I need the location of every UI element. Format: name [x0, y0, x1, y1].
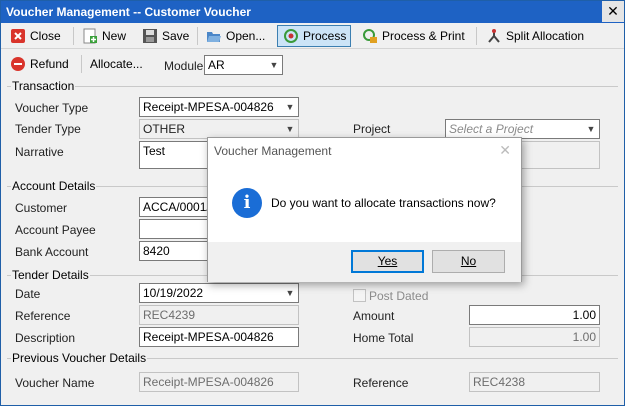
chevron-down-icon: ▼: [285, 288, 295, 298]
previous-reference-field[interactable]: REC4238: [469, 372, 600, 392]
close-icon: [10, 28, 26, 44]
info-icon: i: [232, 188, 262, 218]
save-label: Save: [162, 29, 190, 43]
tender-group-label: Tender Details: [11, 268, 90, 282]
home-total-field[interactable]: 1.00: [469, 327, 600, 347]
refund-label: Refund: [30, 57, 69, 71]
process-label: Process: [303, 29, 347, 43]
reference-field[interactable]: REC4239: [139, 305, 299, 325]
save-button[interactable]: Save: [137, 25, 194, 47]
yes-label: Yes: [377, 254, 398, 268]
voucher-name-field[interactable]: Receipt-MPESA-004826: [139, 372, 299, 392]
open-label: Open...: [226, 29, 266, 43]
date-label: Date: [15, 287, 41, 301]
voucher-name-label: Voucher Name: [15, 376, 95, 390]
project-select[interactable]: Select a Project ▼: [445, 119, 600, 139]
post-dated-checkbox[interactable]: [353, 289, 366, 302]
secondary-toolbar: Refund Allocate... Module AR ▼: [1, 53, 624, 77]
module-value: AR: [208, 58, 225, 72]
dialog-message: Do you want to allocate transactions now…: [271, 196, 496, 210]
previous-voucher-group-label: Previous Voucher Details: [11, 351, 148, 365]
main-toolbar: Close New Save Open... Process Process &…: [1, 23, 624, 49]
module-label: Module: [164, 59, 204, 73]
amount-label: Amount: [353, 309, 395, 323]
open-icon: [206, 28, 222, 44]
customer-label: Customer: [15, 201, 68, 215]
voucher-type-label: Voucher Type: [15, 101, 89, 115]
process-button[interactable]: Process: [277, 25, 351, 47]
process-icon: [283, 28, 299, 44]
chevron-down-icon: ▼: [285, 124, 295, 134]
module-select[interactable]: AR ▼: [204, 55, 283, 75]
chevron-down-icon: ▼: [586, 124, 596, 134]
allocate-button[interactable]: Allocate...: [85, 53, 148, 75]
account-payee-label: Account Payee: [15, 223, 96, 237]
no-label: No: [460, 254, 477, 268]
window-title: Voucher Management -- Customer Voucher: [6, 5, 251, 19]
home-total-value: 1.00: [572, 330, 596, 344]
project-placeholder: Select a Project: [449, 122, 534, 136]
allocate-confirm-dialog: Voucher Management ✕ i Do you want to al…: [207, 137, 522, 282]
voucher-type-select[interactable]: Receipt-MPESA-004826 ▼: [139, 97, 299, 117]
refund-button[interactable]: Refund: [5, 53, 74, 75]
process-print-button[interactable]: Process & Print: [357, 25, 470, 47]
description-field[interactable]: Receipt-MPESA-004826: [139, 327, 299, 347]
date-picker[interactable]: 10/19/2022 ▼: [139, 283, 299, 303]
split-allocation-label: Split Allocation: [506, 29, 585, 43]
window-close-button[interactable]: ✕: [602, 1, 624, 22]
tender-type-select[interactable]: OTHER ▼: [139, 119, 299, 139]
process-print-label: Process & Print: [382, 29, 465, 43]
yes-button[interactable]: Yes: [351, 250, 424, 273]
dialog-title: Voucher Management: [214, 144, 332, 158]
save-icon: [142, 28, 158, 44]
split-allocation-button[interactable]: Split Allocation: [481, 25, 589, 47]
tender-type-value: OTHER: [143, 122, 185, 136]
process-print-icon: [362, 28, 378, 44]
project-notes-field[interactable]: [516, 141, 600, 169]
voucher-name-value: Receipt-MPESA-004826: [143, 375, 274, 389]
account-group-label: Account Details: [11, 179, 97, 193]
new-label: New: [102, 29, 127, 43]
narrative-label: Narrative: [15, 145, 64, 159]
voucher-type-value: Receipt-MPESA-004826: [143, 100, 274, 114]
previous-reference-label: Reference: [353, 376, 409, 390]
refund-icon: [10, 56, 26, 72]
new-button[interactable]: New: [77, 25, 131, 47]
amount-field[interactable]: 1.00: [469, 305, 600, 325]
split-allocation-icon: [486, 28, 502, 44]
reference-label: Reference: [15, 309, 71, 323]
description-label: Description: [15, 331, 76, 345]
new-icon: [82, 28, 98, 44]
narrative-value: Test: [143, 144, 166, 158]
date-value: 10/19/2022: [143, 286, 204, 300]
chevron-down-icon: ▼: [285, 102, 295, 112]
transaction-group-label: Transaction: [11, 79, 76, 93]
close-button[interactable]: Close: [5, 25, 66, 47]
tender-type-label: Tender Type: [15, 122, 81, 136]
description-value: Receipt-MPESA-004826: [143, 330, 274, 344]
close-label: Close: [30, 29, 61, 43]
amount-value: 1.00: [572, 308, 596, 322]
no-button[interactable]: No: [432, 250, 505, 273]
previous-reference-value: REC4238: [473, 375, 526, 389]
reference-value: REC4239: [143, 308, 196, 322]
bank-account-label: Bank Account: [15, 245, 89, 259]
project-label: Project: [353, 122, 391, 136]
post-dated-label: Post Dated: [369, 289, 429, 303]
customer-value: ACCA/0001/2: [143, 200, 217, 214]
open-button[interactable]: Open...: [201, 25, 270, 47]
home-total-label: Home Total: [353, 331, 414, 345]
dialog-close-button[interactable]: ✕: [499, 142, 511, 159]
title-bar: Voucher Management -- Customer Voucher ✕: [1, 1, 624, 23]
bank-account-value: 8420: [143, 244, 170, 258]
allocate-label: Allocate...: [90, 57, 143, 71]
chevron-down-icon: ▼: [269, 60, 279, 70]
voucher-window: Voucher Management -- Customer Voucher ✕…: [0, 0, 625, 406]
